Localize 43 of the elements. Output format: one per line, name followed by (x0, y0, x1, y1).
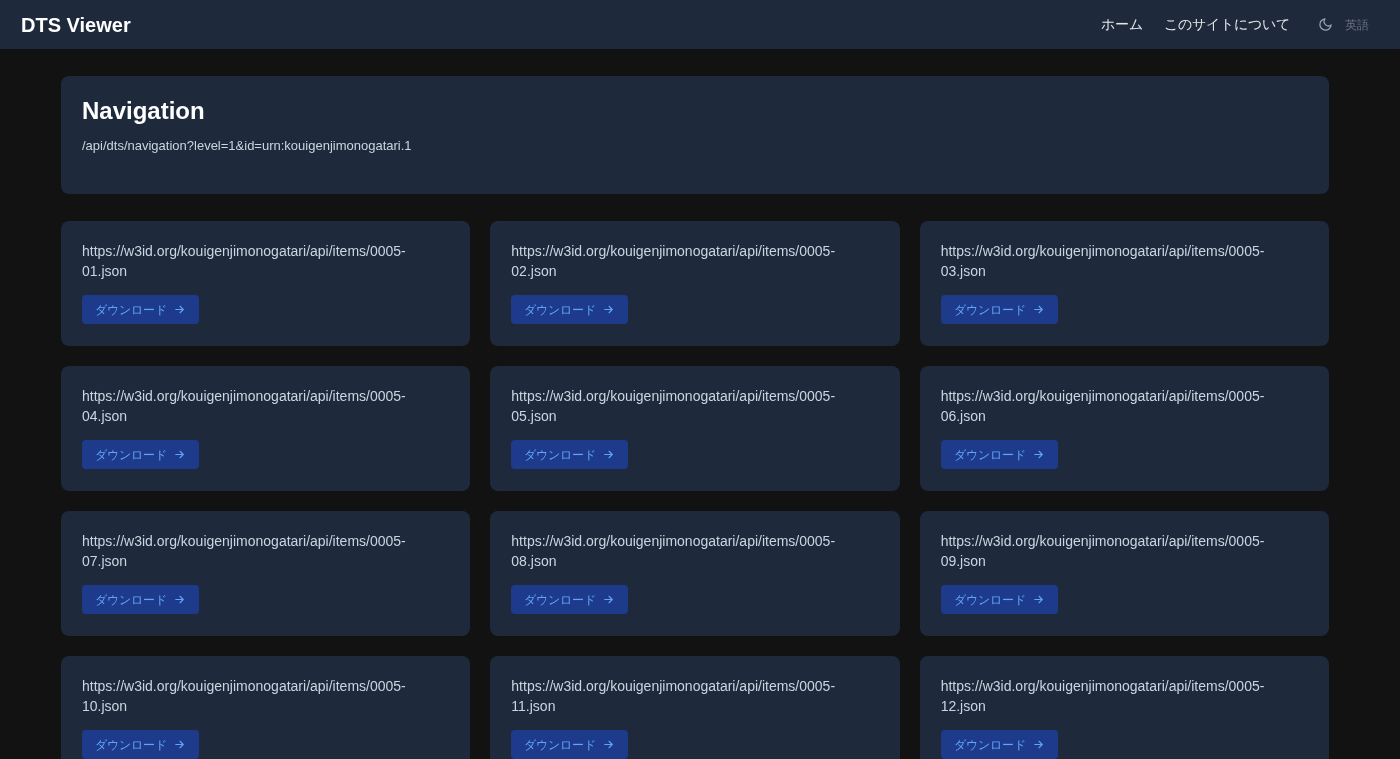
language-toggle[interactable]: 英語 (1345, 15, 1369, 34)
nav-link[interactable]: ホーム (1101, 14, 1143, 35)
arrow-right-icon (602, 738, 616, 751)
download-button[interactable]: ダウンロード (940, 730, 1058, 759)
item-url: https://w3id.org/kouigenjimonogatari/api/items/0005-02.json (511, 242, 837, 281)
arrow-right-icon (1031, 303, 1045, 316)
arrow-right-icon (602, 593, 616, 606)
item-url: https://w3id.org/kouigenjimonogatari/api/items/0005-08.json (511, 532, 837, 571)
item-url: https://w3id.org/kouigenjimonogatari/api/items/0005-09.json (940, 532, 1266, 571)
download-button[interactable]: ダウンロード (511, 730, 629, 759)
download-button[interactable]: ダウンロード (511, 585, 629, 614)
download-button[interactable]: ダウンロード (511, 440, 629, 469)
arrow-right-icon (1031, 738, 1045, 751)
arrow-right-icon (602, 448, 616, 461)
item-url: https://w3id.org/kouigenjimonogatari/api/items/0005-03.json (940, 242, 1266, 281)
arrow-right-icon (1031, 593, 1045, 606)
card-title: Navigation (82, 96, 205, 126)
moon-icon[interactable] (1318, 17, 1333, 32)
download-button[interactable]: ダウンロード (511, 295, 629, 324)
download-button[interactable]: ダウンロード (82, 440, 199, 469)
arrow-right-icon (173, 448, 186, 461)
nav-link[interactable]: このサイトについて (1164, 14, 1290, 35)
api-path: /api/dts/navigation?level=1&id=urn:kouigenjimonogatari.1 (82, 137, 413, 155)
arrow-right-icon (173, 593, 186, 606)
item-url: https://w3id.org/kouigenjimonogatari/api/items/0005-10.json (82, 677, 407, 716)
arrow-right-icon (173, 303, 186, 316)
item-url: https://w3id.org/kouigenjimonogatari/api/items/0005-11.json (511, 677, 837, 716)
arrow-right-icon (1031, 448, 1045, 461)
download-button[interactable]: ダウンロード (82, 730, 199, 759)
download-button[interactable]: ダウンロード (940, 295, 1058, 324)
item-url: https://w3id.org/kouigenjimonogatari/api/items/0005-12.json (940, 677, 1266, 716)
download-button[interactable]: ダウンロード (940, 585, 1058, 614)
item-url: https://w3id.org/kouigenjimonogatari/api/items/0005-05.json (511, 387, 837, 426)
arrow-right-icon (602, 303, 616, 316)
item-url: https://w3id.org/kouigenjimonogatari/api/items/0005-01.json (82, 242, 407, 281)
download-button[interactable]: ダウンロード (82, 585, 199, 614)
item-url: https://w3id.org/kouigenjimonogatari/api/items/0005-06.json (940, 387, 1266, 426)
item-url: https://w3id.org/kouigenjimonogatari/api/items/0005-04.json (82, 387, 407, 426)
download-button[interactable]: ダウンロード (940, 440, 1058, 469)
item-url: https://w3id.org/kouigenjimonogatari/api/items/0005-07.json (82, 532, 407, 571)
arrow-right-icon (173, 738, 186, 751)
site-title[interactable]: DTS Viewer (21, 9, 131, 40)
download-button[interactable]: ダウンロード (82, 295, 199, 324)
